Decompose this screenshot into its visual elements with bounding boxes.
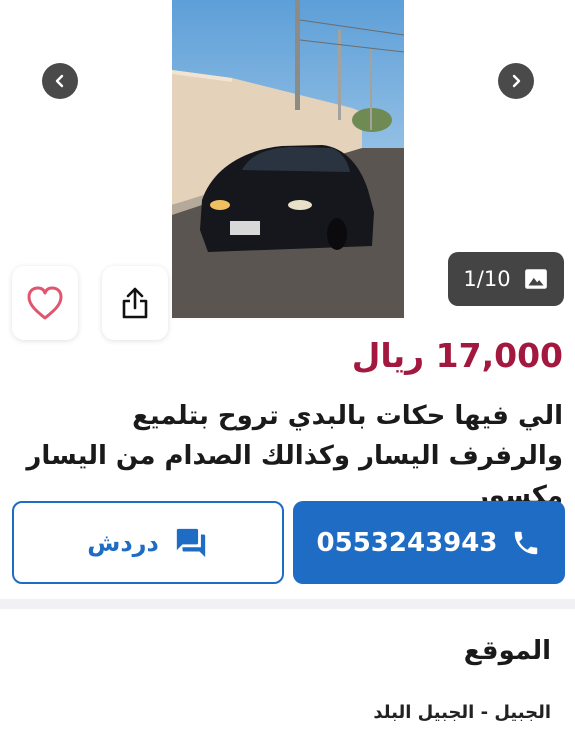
- phone-icon: [515, 531, 538, 554]
- image-gallery[interactable]: 1/10: [0, 0, 575, 320]
- chat-button[interactable]: دردش: [12, 501, 284, 584]
- call-button[interactable]: 0553243943: [293, 501, 565, 584]
- chevron-right-icon: [512, 74, 521, 88]
- chat-button-label: دردش: [87, 528, 159, 557]
- image-counter-text: 1/10: [463, 267, 511, 291]
- listing-title: الي فيها حكات بالبدي تروح بتلميع والرفرف…: [26, 401, 563, 511]
- image-icon: [524, 269, 547, 289]
- favorite-button[interactable]: [12, 266, 78, 340]
- location-value: الجبيل - الجبيل البلد: [373, 702, 551, 723]
- image-counter[interactable]: 1/10: [448, 252, 564, 306]
- chat-icon: [176, 528, 205, 557]
- section-divider: [0, 599, 575, 609]
- car-photo[interactable]: [172, 0, 404, 318]
- previous-image-button[interactable]: [42, 63, 78, 99]
- share-icon: [122, 287, 148, 319]
- heart-icon: [27, 286, 63, 320]
- next-image-button[interactable]: [498, 63, 534, 99]
- share-button[interactable]: [102, 266, 168, 340]
- listing-price: 17,000 ريال: [351, 336, 563, 375]
- phone-number: 0553243943: [316, 527, 498, 558]
- chevron-left-icon: [55, 74, 64, 88]
- location-heading: الموقع: [463, 636, 551, 666]
